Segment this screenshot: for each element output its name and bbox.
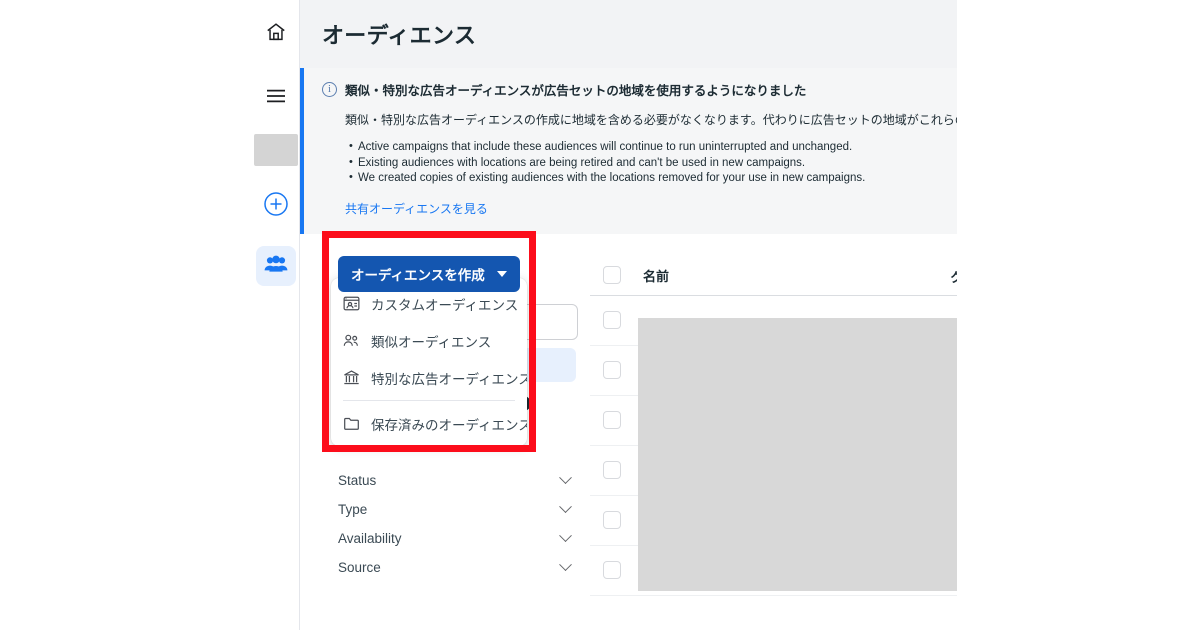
custom-audience-icon — [343, 295, 360, 312]
menu-item-label: 保存済みのオーディエンス — [371, 417, 527, 433]
row-checkbox[interactable] — [603, 361, 621, 379]
filter-item-status[interactable]: Status — [338, 466, 572, 495]
banner-bullet: We created copies of existing audiences … — [349, 170, 943, 187]
chevron-down-icon — [559, 470, 572, 484]
audiences-table: 名前 ク — [590, 256, 957, 596]
banner-bullet-list: Active campaigns that include these audi… — [349, 139, 943, 187]
menu-item-label: 特別な広告オーディエンス — [371, 371, 527, 387]
chevron-down-icon — [559, 557, 572, 571]
menu-item-label: カスタムオーディエンス — [371, 297, 519, 313]
menu-item-special-ad-audience[interactable]: 特別な広告オーディエンス — [331, 359, 527, 396]
filter-item-availability[interactable]: Availability — [338, 524, 572, 553]
menu-item-label: 類似オーディエンス — [371, 334, 492, 350]
filter-item-type[interactable]: Type — [338, 495, 572, 524]
banner-bullet: Existing audiences with locations are be… — [349, 155, 943, 172]
chevron-down-icon — [559, 499, 572, 513]
filter-item-label: Availability — [338, 530, 402, 546]
table-header-row: 名前 ク — [590, 256, 957, 296]
rail-item-audiences[interactable] — [255, 246, 296, 286]
row-checkbox[interactable] — [603, 511, 621, 529]
create-audience-button[interactable]: オーディエンスを作成 — [338, 255, 520, 292]
row-checkbox[interactable] — [603, 561, 621, 579]
menu-icon — [265, 87, 287, 110]
column-header-truncated[interactable]: ク — [950, 267, 957, 286]
info-circle-icon: i — [322, 82, 337, 97]
row-checkbox[interactable] — [603, 311, 621, 329]
row-checkbox[interactable] — [603, 461, 621, 479]
left-icon-rail — [252, 0, 300, 630]
select-all-checkbox[interactable] — [603, 266, 621, 284]
filter-item-source[interactable]: Source — [338, 553, 572, 582]
special-ad-audience-icon — [343, 369, 360, 386]
folder-icon — [343, 415, 360, 432]
menu-divider — [343, 400, 515, 401]
redacted-block — [253, 134, 298, 166]
banner-wrapper: i 類似・特別な広告オーディエンスが広告セットの地域を使用するようになりました … — [300, 68, 957, 234]
screenshot-root: オーディエンス i 類似・特別な広告オーディエンスが広告セットの地域を使用するよ… — [0, 0, 1200, 630]
info-banner: i 類似・特別な広告オーディエンスが広告セットの地域を使用するようになりました … — [300, 68, 957, 234]
audience-people-icon — [264, 254, 288, 279]
filter-list: Status Type Availability Source — [338, 466, 572, 582]
shared-audiences-link[interactable]: 共有オーディエンスを見る — [345, 200, 488, 217]
banner-title: 類似・特別な広告オーディエンスが広告セットの地域を使用するようになりました — [345, 84, 807, 98]
filter-item-label: Source — [338, 559, 381, 575]
left-gutter — [0, 0, 252, 630]
banner-body: 類似・特別な広告オーディエンスの作成に地域を含める必要がなくなります。代わりに広… — [345, 113, 957, 127]
filter-item-label: Type — [338, 501, 368, 517]
create-audience-dropdown-menu[interactable]: カスタムオーディエンス 類似オーディエンス 特別な広告オーディエンス 保存済みの… — [331, 278, 527, 446]
rail-item-menu[interactable] — [256, 78, 296, 118]
chevron-down-icon — [559, 528, 572, 542]
rail-item-home[interactable] — [256, 14, 296, 54]
plus-circle-icon — [263, 191, 289, 222]
row-checkbox[interactable] — [603, 411, 621, 429]
lookalike-audience-icon — [343, 332, 360, 349]
redacted-table-content — [638, 317, 957, 591]
page-title: オーディエンス — [322, 23, 477, 48]
menu-item-lookalike-audience[interactable]: 類似オーディエンス — [331, 322, 527, 359]
home-icon — [265, 21, 287, 48]
chevron-down-icon — [496, 270, 507, 277]
banner-bullet: Active campaigns that include these audi… — [349, 139, 943, 156]
rail-item-create[interactable] — [256, 186, 296, 226]
create-audience-label: オーディエンスを作成 — [351, 267, 485, 283]
table-pane: 名前 ク — [590, 234, 957, 630]
page-header: オーディエンス — [300, 0, 957, 68]
column-header-name[interactable]: 名前 — [643, 266, 669, 285]
filter-item-label: Status — [338, 472, 377, 488]
menu-item-saved-audience[interactable]: 保存済みのオーディエンス — [331, 405, 527, 442]
